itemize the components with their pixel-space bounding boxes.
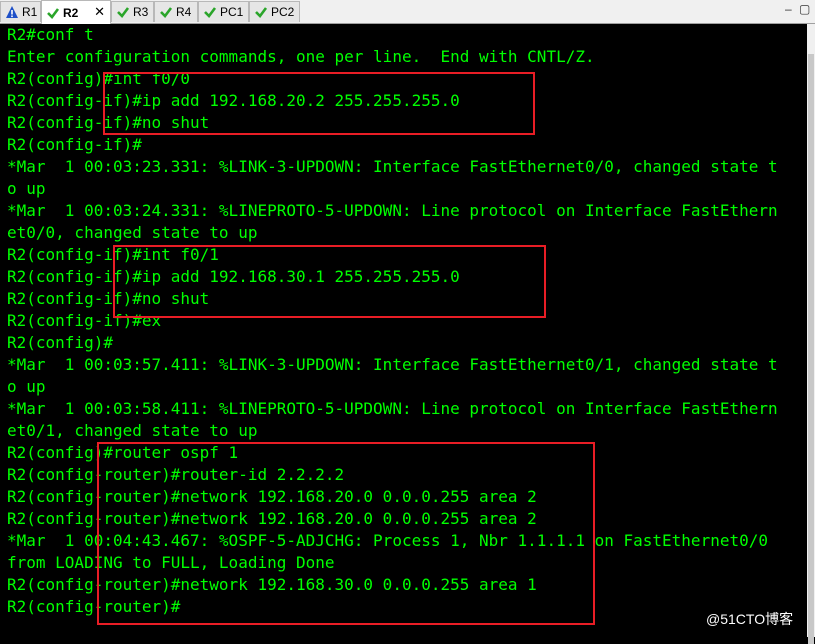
vertical-scrollbar[interactable] bbox=[807, 24, 815, 644]
terminal-line: o up bbox=[7, 377, 46, 396]
window-controls: – ▢ bbox=[763, 0, 815, 23]
terminal-line: et0/0, changed state to up bbox=[7, 223, 258, 242]
terminal-line: Enter configuration commands, one per li… bbox=[7, 47, 595, 66]
check-icon bbox=[116, 5, 130, 19]
close-icon[interactable]: ✕ bbox=[94, 4, 105, 20]
session-tab-bar: R1 R2 ✕ R3 R4 PC1 PC2 – ▢ bbox=[0, 0, 815, 24]
watermark-text: @51CTO博客 bbox=[706, 611, 794, 627]
tab-label: R3 bbox=[133, 5, 149, 19]
terminal-line: *Mar 1 00:03:57.411: %LINK-3-UPDOWN: Int… bbox=[7, 355, 778, 374]
check-icon bbox=[254, 5, 268, 19]
terminal-line: *Mar 1 00:03:24.331: %LINEPROTO-5-UPDOWN… bbox=[7, 201, 778, 220]
tab-label: R1 bbox=[22, 5, 38, 19]
tab-label: R2 bbox=[63, 5, 79, 20]
highlight-box-ospf bbox=[97, 442, 595, 625]
terminal-line: R2(config-if)# bbox=[7, 135, 142, 154]
terminal-line: *Mar 1 00:03:23.331: %LINK-3-UPDOWN: Int… bbox=[7, 157, 778, 176]
tab-r4[interactable]: R4 bbox=[154, 1, 198, 22]
check-icon bbox=[203, 5, 217, 19]
tab-label: PC1 bbox=[220, 5, 244, 19]
warning-icon bbox=[5, 5, 19, 19]
minimize-button[interactable]: – bbox=[785, 2, 792, 16]
tab-pc1[interactable]: PC1 bbox=[198, 1, 249, 22]
tab-label: R4 bbox=[176, 5, 192, 19]
highlight-box-f0-0 bbox=[103, 72, 535, 135]
maximize-button[interactable]: ▢ bbox=[799, 2, 810, 16]
terminal-line: o up bbox=[7, 179, 46, 198]
tab-r2[interactable]: R2 ✕ bbox=[41, 0, 111, 24]
tab-r1[interactable]: R1 bbox=[0, 1, 41, 22]
tab-r3[interactable]: R3 bbox=[111, 1, 154, 22]
tab-pc2[interactable]: PC2 bbox=[249, 1, 300, 22]
tab-label: PC2 bbox=[271, 5, 295, 19]
terminal-line: R2(config)# bbox=[7, 333, 113, 352]
terminal-line: *Mar 1 00:03:58.411: %LINEPROTO-5-UPDOWN… bbox=[7, 399, 778, 418]
check-icon bbox=[46, 6, 60, 20]
highlight-box-f0-1 bbox=[113, 245, 546, 318]
scrollbar-thumb[interactable] bbox=[808, 54, 814, 644]
terminal-line: et0/1, changed state to up bbox=[7, 421, 258, 440]
check-icon bbox=[159, 5, 173, 19]
terminal-line: R2#conf t bbox=[7, 25, 94, 44]
